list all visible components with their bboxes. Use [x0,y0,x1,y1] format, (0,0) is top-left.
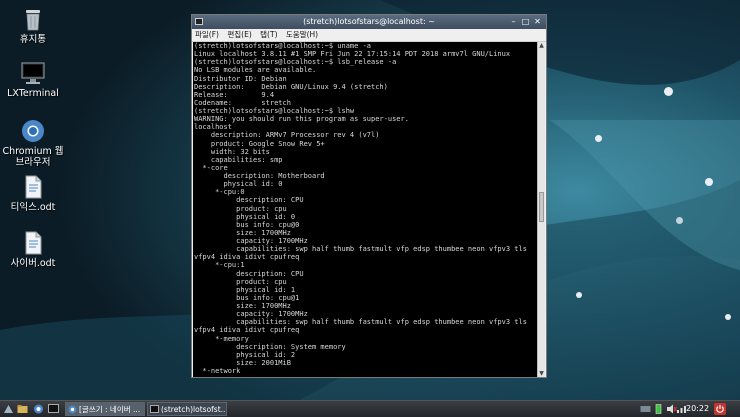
desktop-icon-odt-1[interactable]: 티익스.odt [0,174,66,213]
document-icon [20,230,46,256]
scroll-up-icon[interactable]: ▲ [538,42,545,49]
menu-bar: 파일(F) 편집(E) 탭(T) 도움말(H) [192,29,546,42]
wallpaper-dot [576,292,582,298]
chromium-icon[interactable] [33,404,44,414]
desktop-icon-lxterminal[interactable]: LXTerminal [0,60,66,99]
terminal-output[interactable]: (stretch)lotsofstars@localhost:~$ uname … [193,42,538,377]
task-label: [글쓰기 : 네이버 ... [79,405,141,414]
menu-tabs[interactable]: 탭(T) [260,30,277,39]
trash-icon [20,6,46,32]
terminal-icon [150,405,159,413]
battery-icon[interactable] [653,404,664,414]
terminal-icon [195,18,203,25]
chromium-icon [68,405,77,414]
wallpaper-dot [595,135,602,142]
keyboard-icon[interactable] [640,404,651,414]
wallpaper-dot [705,178,713,186]
desktop-icon-chromium[interactable]: Chromium 웹 브라우저 [0,118,66,168]
task-terminal[interactable]: (stretch)lotsofst... [147,402,227,416]
chromium-icon [20,118,46,144]
desktop-icon-label: 사이버.odt [10,258,56,269]
menu-help[interactable]: 도움말(H) [286,30,318,39]
maximize-icon[interactable]: □ [521,17,530,26]
document-icon [20,174,46,200]
task-chromium[interactable]: [글쓰기 : 네이버 ... [65,402,145,416]
wallpaper-dot [725,314,731,320]
terminal-window[interactable]: (stretch)lotsofstars@localhost: ~ – □ ✕ … [191,14,547,378]
window-titlebar[interactable]: (stretch)lotsofstars@localhost: ~ – □ ✕ [192,15,546,29]
power-icon[interactable] [714,403,726,415]
desktop-icon-trash[interactable]: 휴지통 [0,6,66,45]
terminal-scrollbar[interactable]: ▲ ▼ [537,42,545,377]
task-label: (stretch)lotsofst... [161,405,227,414]
window-title: (stretch)lotsofstars@localhost: ~ [303,17,435,26]
wallpaper-dot [676,217,683,224]
wallpaper-dot [664,87,673,96]
file-manager-icon[interactable] [17,404,28,414]
desktop-icon-label: 티익스.odt [10,202,56,213]
terminal-icon[interactable] [48,404,59,414]
minimize-icon[interactable]: – [509,17,518,26]
terminal-text: (stretch)lotsofstars@localhost:~$ uname … [194,42,527,375]
desktop-icon-odt-2[interactable]: 사이버.odt [0,230,66,269]
desktop-icon-label: LXTerminal [7,88,59,99]
scroll-down-icon[interactable]: ▼ [538,370,545,377]
menu-start-icon[interactable] [3,404,14,414]
menu-file[interactable]: 파일(F) [195,30,219,39]
taskbar: [글쓰기 : 네이버 ... (stretch)lotsofst... 20:2… [0,400,740,417]
desktop-icon-label: Chromium 웹 브라우저 [2,146,64,168]
monitor-icon [20,60,46,86]
menu-edit[interactable]: 편집(E) [227,30,251,39]
desktop-icon-label: 휴지통 [19,34,47,45]
close-icon[interactable]: ✕ [533,17,542,26]
scrollbar-thumb[interactable] [539,192,544,222]
clock[interactable]: 20:22 [686,401,709,417]
